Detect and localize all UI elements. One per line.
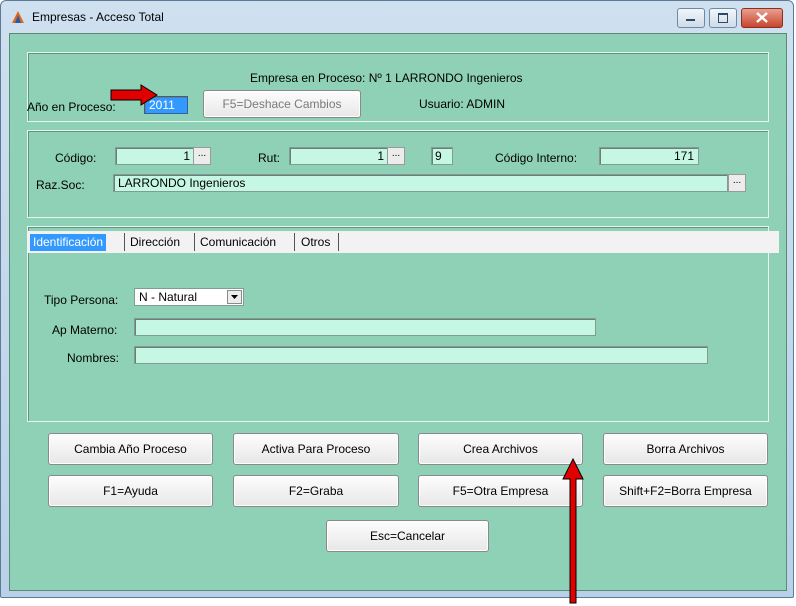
razsoc-label: Raz.Soc:	[36, 178, 85, 192]
tab-separator	[294, 233, 295, 251]
maximize-icon	[718, 13, 728, 23]
minimize-icon	[686, 19, 695, 21]
borra-empresa-button[interactable]: Shift+F2=Borra Empresa	[603, 475, 768, 507]
tab-otros[interactable]: Otros	[298, 234, 333, 251]
rut-lookup-button[interactable]: ...	[387, 147, 405, 165]
cancelar-button[interactable]: Esc=Cancelar	[326, 520, 489, 552]
rut-field[interactable]: 1	[289, 147, 389, 165]
codigo-interno-field: 171	[599, 147, 699, 165]
activa-para-proceso-button[interactable]: Activa Para Proceso	[233, 433, 399, 465]
ap-materno-field[interactable]	[134, 318, 596, 336]
razsoc-field[interactable]: LARRONDO Ingenieros	[113, 174, 728, 192]
tab-direccion[interactable]: Dirección	[127, 234, 183, 251]
codigo-label: Código:	[55, 151, 97, 165]
rut-label: Rut:	[258, 151, 281, 165]
main-panel: Empresa en Proceso: Nº 1 LARRONDO Ingeni…	[9, 33, 787, 591]
minimize-button[interactable]	[677, 8, 705, 28]
tab-comunicacion[interactable]: Comunicación	[197, 234, 279, 251]
cambia-anio-proceso-button[interactable]: Cambia Año Proceso	[48, 433, 213, 465]
app-icon	[12, 11, 24, 23]
annotation-arrow-crea	[562, 458, 584, 604]
tipo-persona-label: Tipo Persona:	[44, 293, 119, 307]
annotation-arrow-year	[110, 84, 158, 106]
tab-identificacion[interactable]: Identificación	[30, 234, 107, 251]
tipo-persona-select[interactable]: N - Natural	[134, 288, 244, 306]
tab-strip: Identificación Dirección Comunicación Ot…	[27, 231, 779, 253]
borra-archivos-button[interactable]: Borra Archivos	[603, 433, 768, 465]
codigo-interno-label: Código Interno:	[495, 151, 578, 165]
title-bar[interactable]: Empresas - Acceso Total	[1, 1, 793, 33]
codigo-field[interactable]: 1	[115, 147, 195, 165]
otra-empresa-button[interactable]: F5=Otra Empresa	[418, 475, 583, 507]
maximize-button[interactable]	[709, 8, 737, 28]
chevron-down-icon[interactable]	[227, 290, 242, 304]
ap-materno-label: Ap Materno:	[52, 323, 118, 337]
empresas-window: Empresas - Acceso Total Empresa en Proce…	[0, 0, 794, 598]
codigo-lookup-button[interactable]: ...	[193, 147, 211, 165]
tab-separator	[194, 233, 195, 251]
empresa-en-proceso-text: Empresa en Proceso: Nº 1 LARRONDO Ingeni…	[250, 71, 523, 85]
window-title: Empresas - Acceso Total	[32, 10, 164, 24]
anio-en-proceso-label: Año en Proceso:	[27, 100, 116, 114]
deshace-cambios-button[interactable]: F5=Deshace Cambios	[203, 90, 361, 118]
crea-archivos-button[interactable]: Crea Archivos	[418, 433, 583, 465]
graba-button[interactable]: F2=Graba	[233, 475, 399, 507]
usuario-label: Usuario: ADMIN	[419, 97, 506, 111]
close-button[interactable]	[741, 8, 783, 28]
tipo-persona-value: N - Natural	[139, 290, 198, 304]
ayuda-button[interactable]: F1=Ayuda	[48, 475, 213, 507]
tab-separator	[338, 233, 339, 251]
nombres-label: Nombres:	[67, 351, 120, 365]
rut-dv-field[interactable]: 9	[431, 147, 453, 165]
tab-separator	[124, 233, 125, 251]
razsoc-lookup-button[interactable]: ...	[728, 174, 746, 192]
close-icon	[756, 12, 768, 23]
nombres-field[interactable]	[134, 346, 708, 364]
